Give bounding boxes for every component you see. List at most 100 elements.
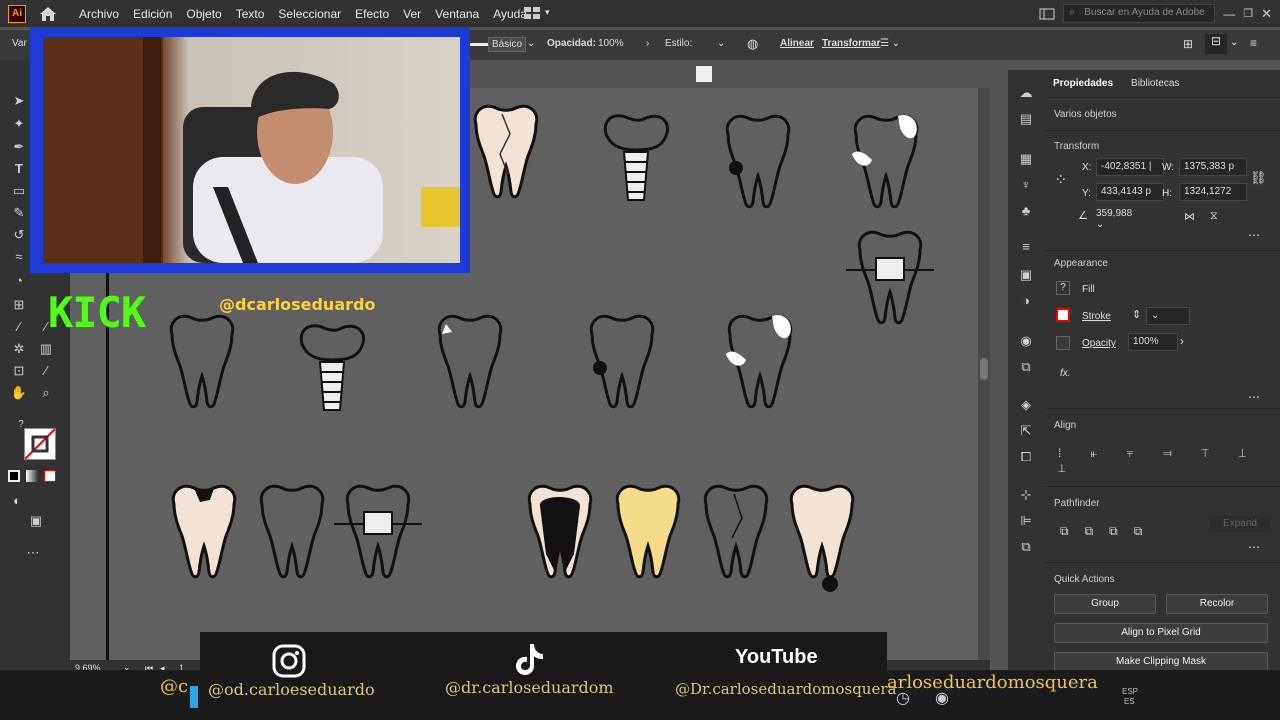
chevron-down-icon[interactable]: ⌄ — [1230, 37, 1238, 48]
flip-vertical-icon[interactable]: ⧖ — [1210, 210, 1218, 223]
transparency-icon[interactable]: ◑ — [1017, 292, 1035, 310]
menu-texto[interactable]: Texto — [229, 7, 272, 21]
constrain-proportions-icon[interactable]: ⛓ — [1250, 170, 1267, 186]
brush-tool-icon[interactable]: ✎ — [10, 204, 28, 222]
layout-icon[interactable]: ⊟ — [1205, 34, 1227, 54]
magic-wand-icon[interactable]: ✦ — [10, 115, 28, 133]
chevron-right-icon[interactable]: › — [646, 38, 649, 49]
symbols-icon[interactable]: ♣ — [1017, 202, 1035, 220]
zoom-tool-icon[interactable]: ⌕ — [37, 384, 55, 402]
gradient-panel-icon[interactable]: ▣ — [1017, 266, 1035, 284]
menu-seleccionar[interactable]: Seleccionar — [271, 7, 348, 21]
reference-point-icon[interactable]: ⁘ — [1054, 170, 1067, 190]
rotate-tool-icon[interactable]: ↺ — [10, 226, 28, 244]
recolor-globe-icon[interactable]: ◍ — [747, 36, 758, 52]
menu-objeto[interactable]: Objeto — [179, 7, 228, 21]
x-field[interactable]: -402,8351 | — [1096, 158, 1164, 176]
obs-icon[interactable]: ◉ — [935, 688, 949, 708]
hand-tool-icon[interactable]: ✋ — [10, 384, 28, 402]
align-options-icon[interactable]: ☰ ⌄ — [880, 38, 900, 49]
more-options-icon[interactable]: ⋯ — [1248, 540, 1260, 554]
minimize-window-icon[interactable]: — — [1223, 7, 1235, 21]
image-trace-icon[interactable]: ▦ — [1017, 150, 1035, 168]
stroke-profile-line[interactable] — [470, 43, 490, 47]
more-options-icon[interactable]: ⋯ — [1248, 390, 1260, 404]
export-icon[interactable]: ⇱ — [1017, 422, 1035, 440]
graph-tool-icon[interactable]: ▥ — [37, 340, 55, 358]
stroke-label[interactable]: Stroke — [1082, 311, 1111, 322]
graphic-styles-icon[interactable]: ⧉ — [1017, 358, 1035, 376]
y-field[interactable]: 433,4143 p — [1096, 183, 1164, 201]
stroke-style-dropdown[interactable]: Básico — [488, 37, 527, 52]
more-options-icon[interactable]: ⋯ — [1248, 228, 1260, 242]
chevron-down-icon[interactable]: ⌄ — [527, 38, 535, 49]
align-link[interactable]: Alinear — [780, 38, 814, 49]
stroke-swatch[interactable] — [1056, 308, 1070, 322]
menu-archivo[interactable]: Archivo — [72, 7, 126, 21]
more-tools-icon[interactable]: ⋯ — [24, 544, 42, 562]
slice-tool-icon[interactable]: ⁄ — [37, 362, 55, 380]
flip-horizontal-icon[interactable]: ⋈ — [1184, 210, 1195, 223]
transform-panel-icon[interactable]: ⊹ — [1017, 486, 1035, 504]
layers-icon[interactable]: ◈ — [1017, 396, 1035, 414]
menu-ventana[interactable]: Ventana — [428, 7, 486, 21]
artboards-icon[interactable]: ⧠ — [1017, 448, 1035, 466]
eyedropper-icon[interactable]: ⁄ — [10, 318, 28, 336]
warp-tool-icon[interactable]: ≈ — [10, 248, 28, 266]
opacity-field[interactable]: 100% — [1128, 333, 1178, 351]
brushes-icon[interactable]: ♆ — [1017, 176, 1035, 194]
symbol-sprayer-icon[interactable]: ✲ — [10, 340, 28, 358]
selection-tool-icon[interactable]: ➤ — [10, 92, 28, 110]
screen-mode-icon[interactable]: ▣ — [27, 512, 45, 530]
opacity-label[interactable]: Opacity — [1082, 338, 1116, 349]
width-field[interactable]: 1375,383 p — [1179, 158, 1247, 176]
rectangle-tool-icon[interactable]: ▭ — [10, 182, 28, 200]
appearance-icon[interactable]: ◉ — [1017, 332, 1035, 350]
restore-window-icon[interactable]: ❐ — [1243, 7, 1253, 20]
make-clipping-mask-button[interactable]: Make Clipping Mask — [1054, 652, 1268, 672]
graphic-style-swatch[interactable] — [696, 66, 712, 82]
none-mode-icon[interactable] — [44, 470, 56, 482]
tab-libraries[interactable]: Bibliotecas — [1122, 78, 1188, 89]
artboard-tool-icon[interactable]: ⊡ — [10, 362, 28, 380]
libraries-icon[interactable]: ☁ — [1017, 84, 1035, 102]
arrange-documents-icon[interactable]: ⊞ — [1183, 37, 1193, 51]
pen-tool-icon[interactable]: ✒ — [10, 138, 28, 156]
panel-toggle-icon[interactable] — [1039, 8, 1055, 20]
fx-button[interactable]: fx. — [1060, 368, 1071, 379]
align-panel-icon[interactable]: ⊫ — [1017, 512, 1035, 530]
home-icon[interactable] — [38, 5, 58, 23]
pathfinder-panel-icon[interactable]: ⧉ — [1017, 538, 1035, 556]
vertical-scrollbar[interactable] — [978, 88, 990, 660]
close-window-icon[interactable]: ✕ — [1261, 6, 1272, 22]
workspace-switcher-icon[interactable] — [524, 7, 540, 19]
document-icon[interactable]: ▤ — [1017, 110, 1035, 128]
align-buttons[interactable]: ⁞ ⫦ ⫧ ⫤ ⊤ ⊥ ⊥ — [1058, 446, 1280, 476]
chevron-down-icon[interactable]: ▾ — [545, 7, 550, 18]
stroke-weight-field[interactable]: ⌄ — [1146, 307, 1190, 325]
chevron-down-icon[interactable]: ⌄ — [717, 38, 725, 49]
draw-mode-icon[interactable]: ◐ — [8, 492, 26, 510]
menu-edicion[interactable]: Edición — [126, 7, 179, 21]
opacity-value[interactable]: 100% — [598, 38, 624, 49]
fill-stroke-swatch[interactable] — [24, 428, 56, 460]
expand-button[interactable]: Expand — [1210, 516, 1270, 532]
tab-properties[interactable]: Propiedades — [1044, 78, 1122, 89]
scroll-thumb[interactable] — [980, 358, 988, 380]
stroke-weight-stepper[interactable]: ⇕ — [1132, 308, 1141, 321]
pathfinder-buttons[interactable]: ⧉⧉⧉⧉ — [1060, 524, 1158, 539]
help-search-input[interactable]: ⌕ Buscar en Ayuda de Adobe — [1063, 4, 1216, 23]
mesh-tool-icon[interactable]: ⊞ — [10, 296, 28, 314]
panel-menu-icon[interactable]: ≡ — [1250, 36, 1257, 50]
type-tool-icon[interactable]: T — [10, 160, 28, 178]
height-field[interactable]: 1324,1272 — [1179, 183, 1247, 201]
fill-swatch[interactable]: ? — [1056, 281, 1070, 295]
stroke-panel-icon[interactable]: ≡ — [1017, 238, 1035, 256]
color-mode-icon[interactable] — [8, 470, 20, 482]
menu-efecto[interactable]: Efecto — [348, 7, 396, 21]
chevron-right-icon[interactable]: › — [1180, 334, 1184, 348]
group-button[interactable]: Group — [1054, 594, 1156, 614]
recolor-button[interactable]: Recolor — [1166, 594, 1268, 614]
shape-builder-icon[interactable]: ◔ — [10, 272, 28, 290]
gradient-mode-icon[interactable] — [26, 470, 38, 482]
